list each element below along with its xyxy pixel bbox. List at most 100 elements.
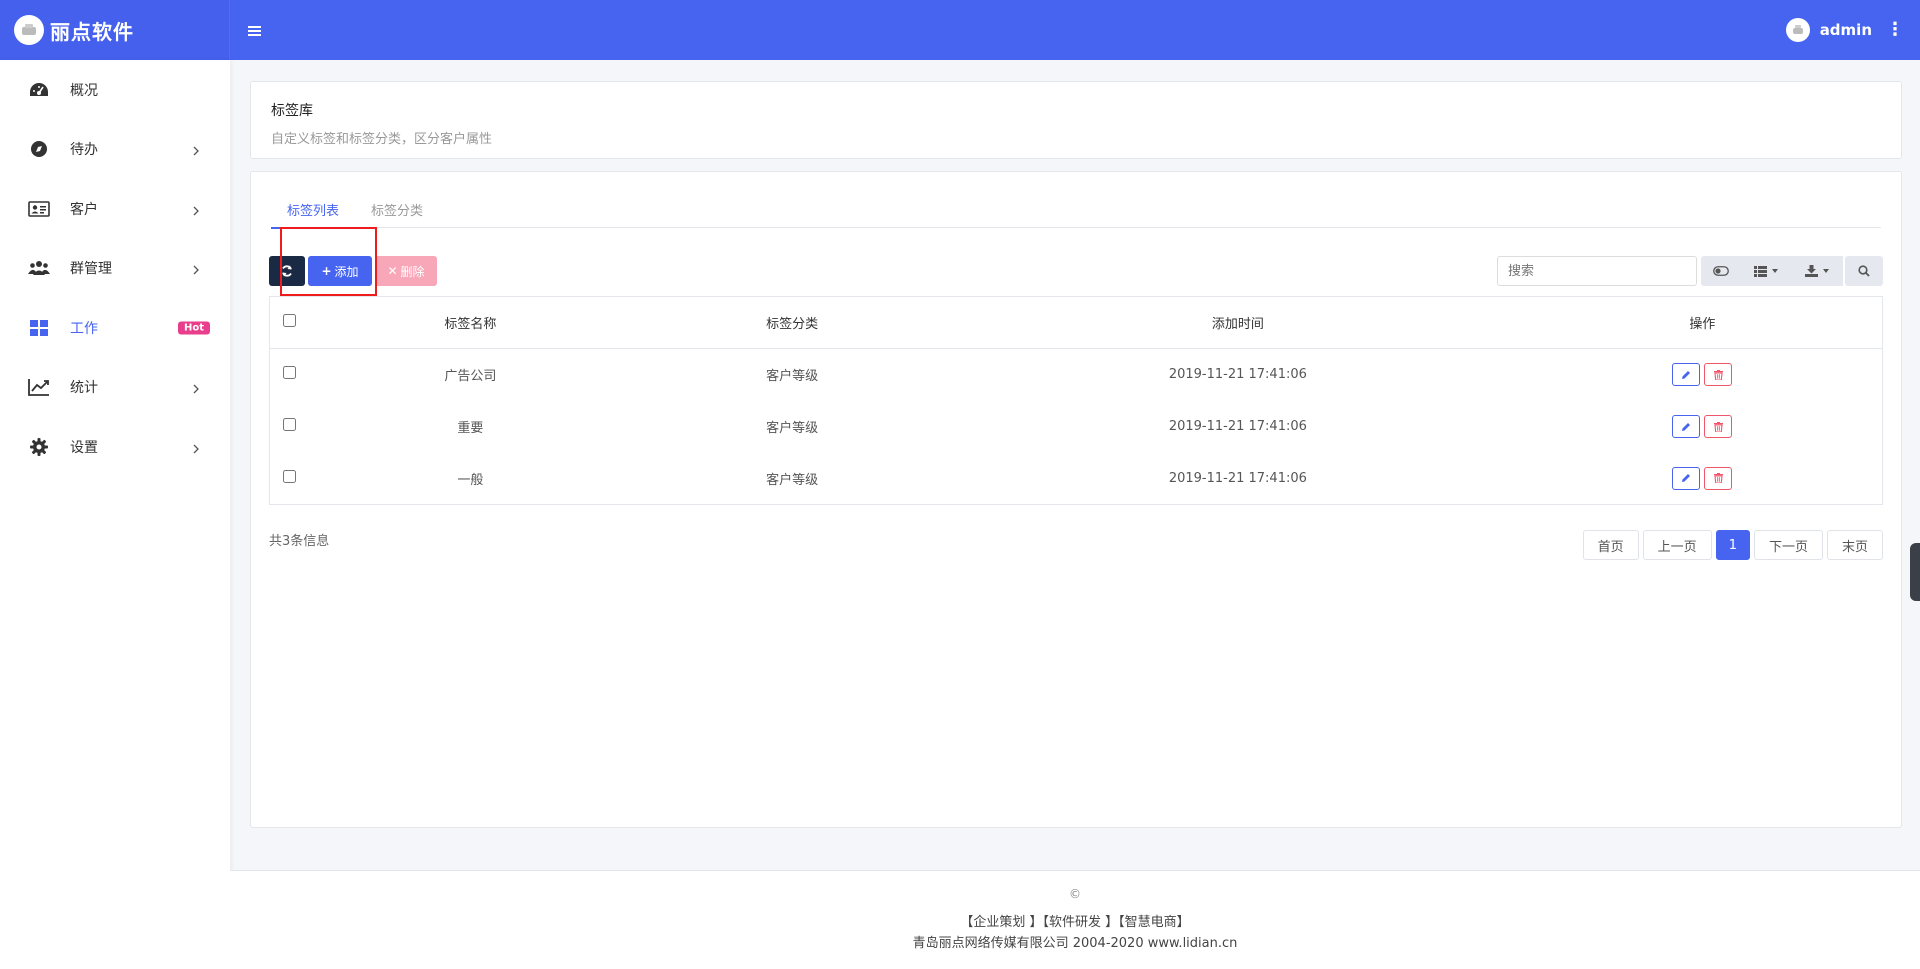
- pencil-icon: [1682, 474, 1691, 483]
- search-icon: [1858, 265, 1870, 277]
- prev-page-button[interactable]: 上一页: [1642, 530, 1712, 560]
- column-header[interactable]: 标签名称: [309, 296, 632, 349]
- delete-button[interactable]: ✕ 删除: [375, 256, 437, 286]
- select-all-cell: [269, 296, 310, 349]
- close-icon: ✕: [387, 264, 398, 278]
- edit-button[interactable]: [1672, 415, 1701, 438]
- added-time-cell: 2019-11-21 17:41:06: [1168, 367, 1307, 383]
- copyright-symbol: ©: [1069, 887, 1081, 901]
- table-row: 一般 客户等级 2019-11-21 17:41:06: [270, 453, 1883, 505]
- tag-category-cell: 客户等级: [766, 472, 819, 488]
- sidebar-item-statistics[interactable]: 统计: [0, 358, 230, 418]
- row-checkbox[interactable]: [283, 366, 297, 380]
- trash-icon: [1713, 473, 1723, 484]
- delete-row-button[interactable]: [1704, 466, 1733, 490]
- username[interactable]: admin: [1820, 21, 1872, 39]
- trash-icon: [1713, 421, 1723, 432]
- next-page-button[interactable]: 下一页: [1753, 530, 1823, 560]
- user-menu[interactable]: admin ⋮: [1785, 0, 1904, 60]
- sidebar-item-label: 待办: [70, 142, 98, 159]
- sidebar-item-todo[interactable]: 待办: [0, 120, 230, 180]
- select-all-checkbox[interactable]: [283, 314, 297, 327]
- caret-down-icon: [1772, 269, 1778, 273]
- last-page-button[interactable]: 末页: [1826, 530, 1883, 560]
- sidebar-item-label: 工作: [70, 320, 98, 337]
- tab-tag-category[interactable]: 标签分类: [355, 190, 439, 228]
- row-checkbox[interactable]: [283, 418, 297, 431]
- first-page-button[interactable]: 首页: [1582, 530, 1639, 560]
- edit-button[interactable]: [1672, 363, 1701, 387]
- tag-category-cell: 客户等级: [766, 369, 819, 385]
- sidebar-item-label: 群管理: [70, 261, 112, 278]
- top-navbar: 丽点软件 admin ⋮: [0, 0, 1920, 60]
- compass-icon: [28, 138, 50, 160]
- search-input[interactable]: [1497, 256, 1697, 286]
- page-description: 自定义标签和标签分类，区分客户属性: [271, 132, 493, 147]
- actions-cell: [1523, 349, 1883, 401]
- row-checkbox[interactable]: [283, 469, 297, 483]
- id-card-icon: [28, 198, 50, 220]
- chevron-right-icon: [192, 382, 200, 394]
- delete-button-label: 删除: [400, 264, 425, 279]
- more-vertical-icon[interactable]: ⋮: [1886, 21, 1904, 39]
- side-panel-handle[interactable]: [1910, 543, 1920, 601]
- tag-table: 标签名称 标签分类 添加时间 操作 广告公司 客户等级 2019-11-21 1…: [269, 296, 1883, 505]
- edit-button[interactable]: [1672, 466, 1701, 490]
- table-row: 广告公司 客户等级 2019-11-21 17:41:06: [270, 349, 1883, 401]
- caret-down-icon: [1823, 269, 1829, 273]
- avatar[interactable]: [1785, 18, 1810, 42]
- footer: © 【企业策划 】【软件研发 】【智慧电商】 青岛丽点网络传媒有限公司 2004…: [230, 870, 1920, 969]
- toggle-icon: [1713, 266, 1729, 276]
- column-header: 操作: [1522, 296, 1883, 349]
- list-icon: [1754, 265, 1767, 277]
- footer-links[interactable]: 【企业策划 】【软件研发 】【智慧电商】: [230, 911, 1920, 930]
- export-dropdown-button[interactable]: [1791, 256, 1843, 286]
- tag-name-cell: 一般: [457, 472, 484, 488]
- total-count: 共3条信息: [269, 534, 330, 549]
- sidebar-item-label: 设置: [70, 439, 98, 456]
- menu-toggle-icon[interactable]: [248, 20, 262, 40]
- delete-row-button[interactable]: [1704, 415, 1733, 438]
- chevron-right-icon: [192, 204, 200, 216]
- sidebar-item-settings[interactable]: 设置: [0, 417, 230, 477]
- hot-badge: Hot: [177, 321, 210, 335]
- columns-dropdown-button[interactable]: [1741, 256, 1791, 286]
- current-page-button[interactable]: 1: [1715, 530, 1750, 560]
- tag-name-cell: 重要: [457, 421, 484, 436]
- refresh-button[interactable]: [269, 256, 305, 286]
- plus-icon: +: [321, 264, 332, 278]
- page-title: 标签库: [271, 103, 313, 119]
- column-header[interactable]: 添加时间: [953, 296, 1523, 349]
- download-icon: [1805, 265, 1818, 277]
- sidebar-item-label: 概况: [70, 82, 98, 99]
- actions-cell: [1523, 401, 1883, 453]
- sidebar-item-overview[interactable]: 概况: [0, 60, 230, 120]
- add-button[interactable]: + 添加: [308, 256, 372, 286]
- page-header: 标签库 自定义标签和标签分类，区分客户属性: [250, 81, 1902, 159]
- grid-icon: [28, 317, 50, 339]
- pencil-icon: [1682, 422, 1691, 431]
- sidebar-item-label: 统计: [70, 380, 98, 397]
- delete-row-button[interactable]: [1704, 363, 1733, 387]
- sidebar-item-customers[interactable]: 客户: [0, 179, 230, 239]
- dashboard-icon: [28, 79, 50, 101]
- tag-category-cell: 客户等级: [766, 421, 819, 436]
- pagination: 首页 上一页 1 下一页 末页: [1582, 530, 1883, 560]
- row-check-cell: [270, 401, 310, 453]
- trash-icon: [1713, 369, 1723, 380]
- added-time-cell: 2019-11-21 17:41:06: [1168, 419, 1307, 434]
- brand-logo-icon: [14, 15, 44, 45]
- column-header[interactable]: 标签分类: [631, 296, 954, 349]
- advanced-search-button[interactable]: [1845, 256, 1883, 286]
- sidebar-item-work[interactable]: 工作 Hot: [0, 298, 230, 358]
- brand[interactable]: 丽点软件: [0, 0, 230, 60]
- tab-bar: 标签列表 标签分类: [271, 190, 1881, 229]
- add-button-label: 添加: [334, 264, 359, 279]
- toggle-view-button[interactable]: [1701, 256, 1741, 286]
- tab-tag-list[interactable]: 标签列表: [271, 190, 356, 229]
- company-info: 青岛丽点网络传媒有限公司 2004-2020 www.lidian.cn: [912, 936, 1238, 951]
- added-time-cell: 2019-11-21 17:41:06: [1168, 470, 1307, 486]
- sidebar-item-groups[interactable]: 群管理: [0, 239, 230, 299]
- chevron-right-icon: [192, 263, 200, 275]
- row-check-cell: [270, 349, 310, 401]
